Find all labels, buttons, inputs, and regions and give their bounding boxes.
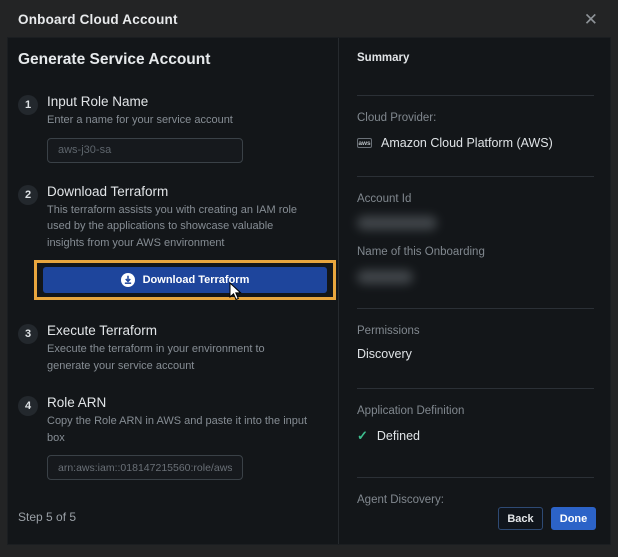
modal-title: Onboard Cloud Account bbox=[18, 12, 178, 27]
download-button-label: Download Terraform bbox=[143, 274, 250, 286]
generate-service-account-section: Generate Service Account 1 Input Role Na… bbox=[8, 38, 338, 544]
step-description: Execute the terraform in your environmen… bbox=[47, 341, 310, 374]
application-definition-value: Defined bbox=[377, 429, 420, 443]
step-title: Download Terraform bbox=[47, 184, 310, 199]
application-definition-label: Application Definition bbox=[357, 405, 594, 417]
account-id-label: Account Id bbox=[357, 193, 594, 205]
done-button[interactable]: Done bbox=[551, 507, 596, 530]
role-arn-input[interactable] bbox=[47, 455, 243, 480]
cloud-provider-value: Amazon Cloud Platform (AWS) bbox=[381, 136, 553, 150]
highlight-annotation-box: Download Terraform bbox=[34, 260, 336, 300]
onboarding-panel: Generate Service Account 1 Input Role Na… bbox=[8, 38, 610, 544]
step-title: Role ARN bbox=[47, 395, 310, 410]
role-name-input[interactable] bbox=[47, 138, 243, 163]
step-description: Copy the Role ARN in AWS and paste it in… bbox=[47, 413, 310, 446]
step-title: Input Role Name bbox=[47, 94, 310, 109]
steps-list: 1 Input Role Name Enter a name for your … bbox=[18, 94, 338, 480]
step-download-terraform: 2 Download Terraform This terraform assi… bbox=[18, 184, 338, 303]
step-title: Execute Terraform bbox=[47, 323, 310, 338]
section-heading: Generate Service Account bbox=[18, 51, 338, 69]
aws-logo-icon: aws bbox=[357, 138, 372, 148]
divider bbox=[357, 176, 594, 177]
footer-actions: Back Done bbox=[498, 507, 596, 530]
step-description: This terraform assists you with creating… bbox=[47, 202, 310, 252]
divider bbox=[357, 95, 594, 96]
download-icon bbox=[121, 273, 135, 287]
summary-panel: Summary Cloud Provider: aws Amazon Cloud… bbox=[338, 38, 610, 544]
check-icon: ✓ bbox=[357, 428, 368, 444]
modal-header: Onboard Cloud Account ✕ bbox=[0, 0, 618, 38]
step-role-arn: 4 Role ARN Copy the Role ARN in AWS and … bbox=[18, 395, 338, 480]
step-input-role-name: 1 Input Role Name Enter a name for your … bbox=[18, 94, 338, 163]
back-button[interactable]: Back bbox=[498, 507, 543, 530]
step-number: 2 bbox=[18, 185, 38, 205]
agent-discovery-label: Agent Discovery: bbox=[357, 494, 594, 506]
summary-heading: Summary bbox=[357, 52, 594, 64]
onboarding-name-label: Name of this Onboarding bbox=[357, 246, 594, 258]
cloud-provider-label: Cloud Provider: bbox=[357, 112, 594, 124]
step-number: 1 bbox=[18, 95, 38, 115]
account-id-redacted-value bbox=[357, 216, 437, 230]
divider bbox=[357, 477, 594, 478]
step-execute-terraform: 3 Execute Terraform Execute the terrafor… bbox=[18, 323, 338, 374]
permissions-label: Permissions bbox=[357, 325, 594, 337]
divider bbox=[357, 388, 594, 389]
onboarding-name-redacted-value bbox=[357, 270, 413, 284]
step-indicator: Step 5 of 5 bbox=[18, 510, 76, 524]
download-terraform-button[interactable]: Download Terraform bbox=[43, 267, 327, 293]
cloud-provider-value-row: aws Amazon Cloud Platform (AWS) bbox=[357, 136, 594, 150]
step-description: Enter a name for your service account bbox=[47, 112, 310, 129]
close-icon[interactable]: ✕ bbox=[584, 11, 598, 28]
step-number: 4 bbox=[18, 396, 38, 416]
divider bbox=[357, 308, 594, 309]
permissions-value: Discovery bbox=[357, 347, 594, 361]
step-number: 3 bbox=[18, 324, 38, 344]
application-definition-value-row: ✓ Defined bbox=[357, 428, 594, 444]
